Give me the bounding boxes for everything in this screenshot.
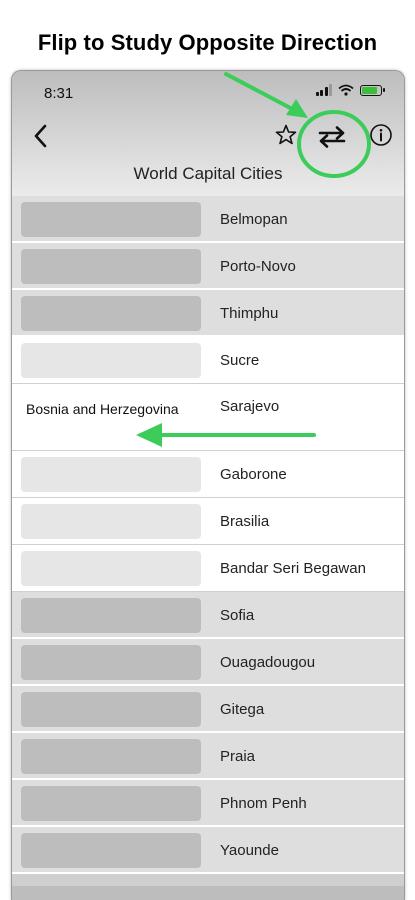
capital-label: Porto-Novo — [220, 258, 296, 275]
hidden-answer-box[interactable] — [21, 343, 201, 378]
flashcard-row[interactable]: Ouagadougou — [12, 639, 404, 686]
status-time: 8:31 — [44, 85, 74, 102]
page-title: World Capital Cities — [133, 164, 283, 183]
capital-label: Ouagadougou — [220, 654, 316, 671]
flashcard-row[interactable]: Gaborone — [12, 451, 404, 498]
flashcard-row[interactable]: Sofia — [12, 592, 404, 639]
flashcard-row[interactable]: Praia — [12, 733, 404, 780]
hidden-answer-box[interactable] — [21, 296, 201, 331]
hidden-answer-box[interactable] — [21, 786, 201, 821]
capital-label: Sucre — [220, 352, 260, 369]
swap-direction-icon[interactable] — [316, 124, 348, 150]
flashcard-row[interactable]: Gitega — [12, 686, 404, 733]
star-icon[interactable] — [274, 123, 298, 147]
status-icons — [315, 84, 385, 96]
signal-icon — [315, 84, 332, 96]
info-icon[interactable] — [369, 123, 393, 147]
flashcard-row[interactable]: Belmopan — [12, 196, 404, 243]
battery-icon — [360, 84, 385, 96]
hidden-answer-box[interactable] — [21, 833, 201, 868]
flashcard-row[interactable]: Brasilia — [12, 498, 404, 545]
capital-label: Belmopan — [220, 211, 288, 228]
wifi-icon — [338, 84, 354, 96]
capital-label: Gaborone — [220, 466, 287, 483]
capital-label: Phnom Penh — [220, 795, 307, 812]
bottom-bar — [12, 886, 404, 900]
hidden-answer-box[interactable] — [21, 202, 201, 237]
hidden-answer-box[interactable] — [21, 249, 201, 284]
capital-label: Thimphu — [220, 305, 279, 322]
phone-screen: 8:31 World Capital Cities Belmopan Porto-… — [11, 70, 405, 900]
hidden-answer-box[interactable] — [21, 645, 201, 680]
flashcard-row[interactable]: Phnom Penh — [12, 780, 404, 827]
hidden-answer-box[interactable] — [21, 504, 201, 539]
capital-label: Yaounde — [220, 842, 279, 859]
hidden-answer-box[interactable] — [21, 457, 201, 492]
annotation-banner: Flip to Study Opposite Direction — [37, 30, 378, 55]
capital-label: Brasilia — [220, 513, 270, 530]
flashcard-row[interactable]: Yaounde — [12, 827, 404, 874]
hidden-answer-box[interactable] — [21, 692, 201, 727]
capital-label: Sarajevo — [220, 398, 280, 415]
capital-label: Praia — [220, 748, 256, 765]
hidden-answer-box[interactable] — [21, 739, 201, 774]
back-chevron-icon[interactable] — [30, 123, 52, 149]
flashcard-row[interactable]: Sucre — [12, 337, 404, 384]
flashcard-list: Belmopan Porto-Novo Thimphu Sucre Bosnia and… — [12, 196, 404, 874]
flashcard-row[interactable]: Porto-Novo — [12, 243, 404, 290]
flashcard-row[interactable]: Bosnia and Herzegovina Sarajevo — [12, 384, 404, 451]
hidden-answer-box[interactable] — [21, 598, 201, 633]
flashcard-row[interactable]: Thimphu — [12, 290, 404, 337]
capital-label: Gitega — [220, 701, 265, 718]
capital-label: Sofia — [220, 607, 255, 624]
answer-text: Bosnia and Herzegovina — [26, 401, 179, 417]
capital-label: Bandar Seri Begawan — [220, 560, 366, 577]
hidden-answer-box[interactable] — [21, 551, 201, 586]
flashcard-row[interactable]: Bandar Seri Begawan — [12, 545, 404, 592]
